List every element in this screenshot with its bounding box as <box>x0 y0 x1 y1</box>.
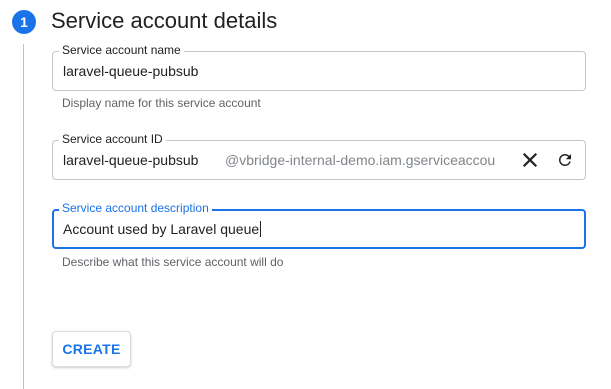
service-account-id-label: Service account ID <box>59 132 166 146</box>
step-title: Service account details <box>51 8 278 33</box>
service-account-id-field[interactable]: Service account ID laravel-queue-pubsub … <box>52 132 586 180</box>
service-account-name-helper: Display name for this service account <box>62 96 261 110</box>
service-account-name-input[interactable]: laravel-queue-pubsub <box>63 63 198 80</box>
create-button[interactable]: CREATE <box>52 331 131 367</box>
service-account-description-value: Account used by Laravel queue <box>63 221 260 237</box>
service-account-name-label: Service account name <box>59 43 184 57</box>
service-account-description-field[interactable]: Service account description Account used… <box>52 201 586 249</box>
text-caret <box>260 221 262 237</box>
step-number-badge: 1 <box>12 10 36 34</box>
close-icon[interactable] <box>519 149 541 171</box>
service-account-description-input[interactable]: Account used by Laravel queue <box>63 221 262 238</box>
step-connector-line <box>23 44 24 389</box>
service-account-description-label: Service account description <box>59 201 212 215</box>
service-account-id-domain-suffix: @vbridge-internal-demo.iam.gserviceaccou <box>225 152 496 168</box>
service-account-description-helper: Describe what this service account will … <box>62 255 284 269</box>
refresh-icon[interactable] <box>554 149 576 171</box>
service-account-name-field[interactable]: Service account name laravel-queue-pubsu… <box>52 43 586 91</box>
service-account-id-input[interactable]: laravel-queue-pubsub <box>63 152 198 169</box>
